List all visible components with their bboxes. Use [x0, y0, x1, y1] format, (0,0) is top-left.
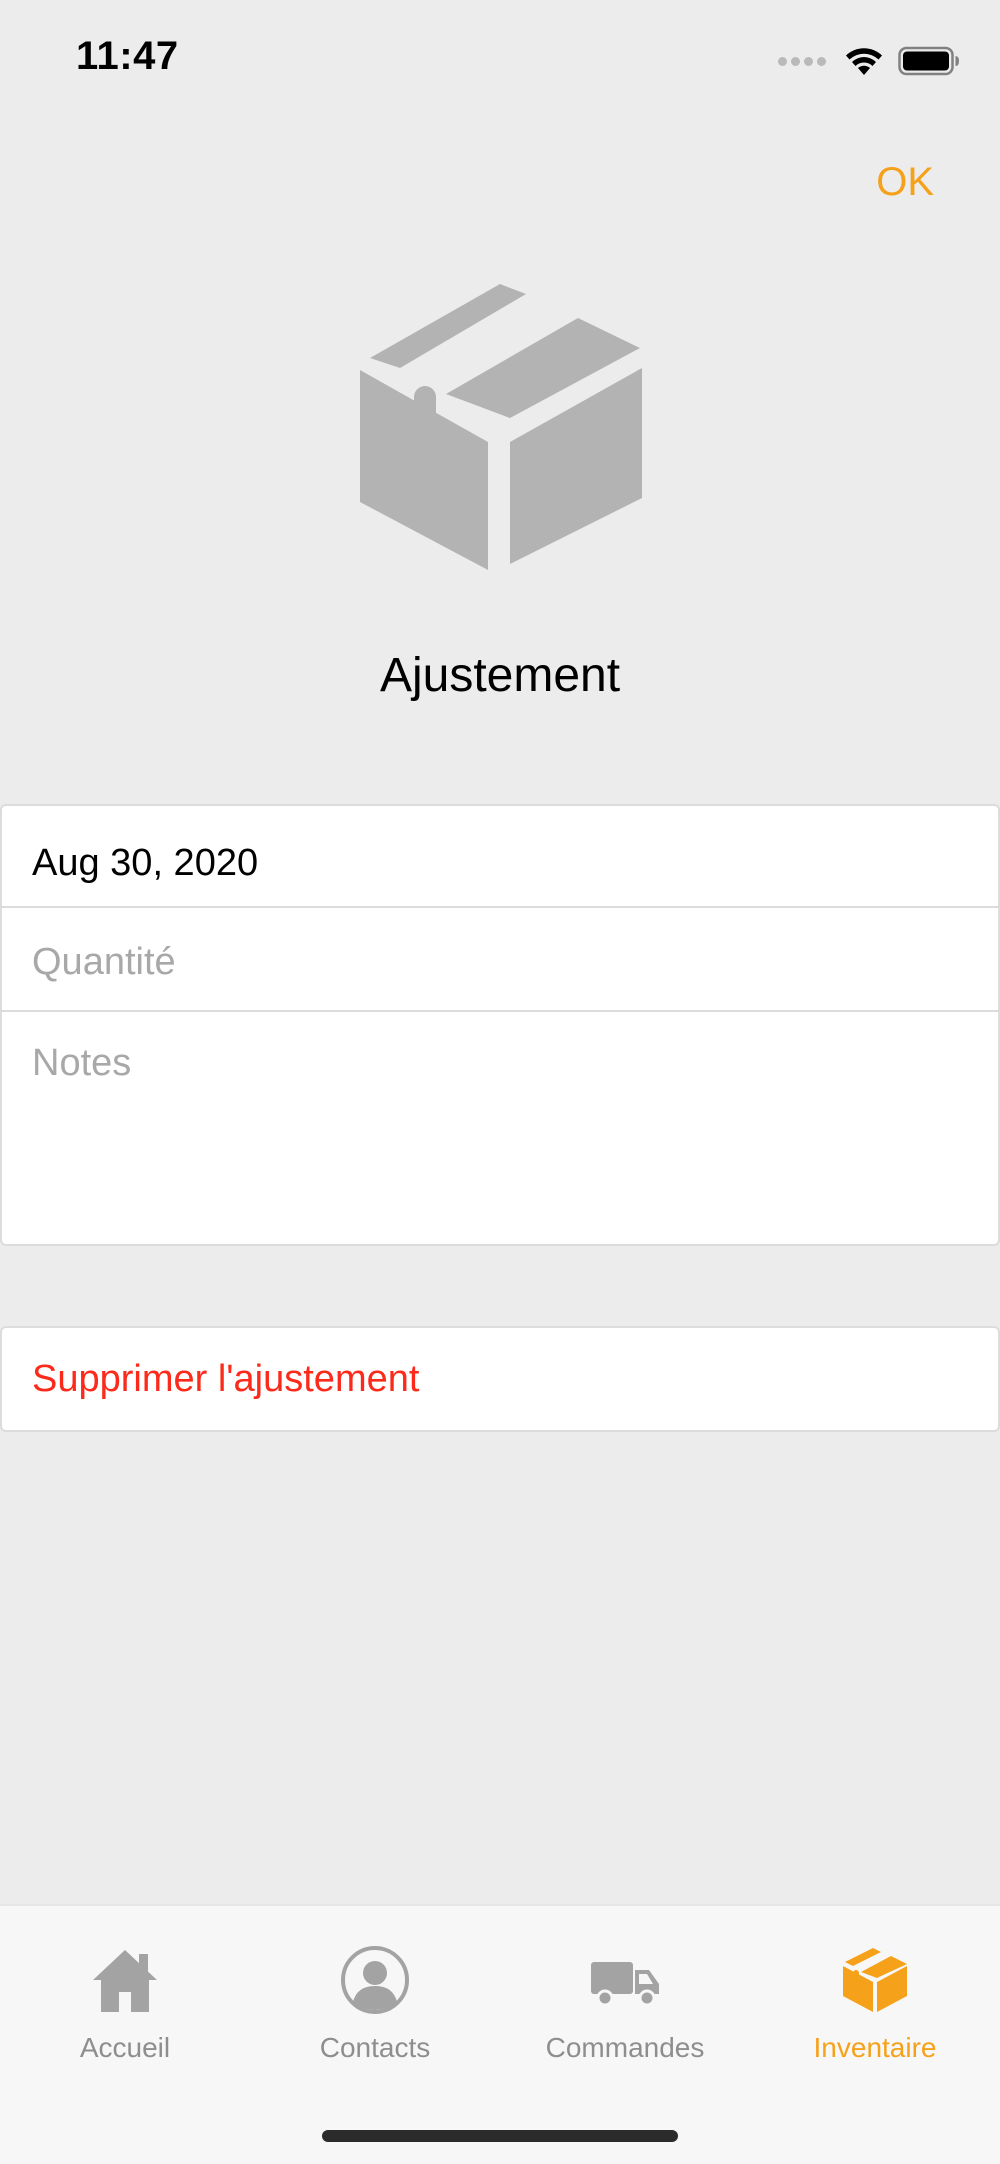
truck-icon	[591, 1962, 659, 2007]
tab-label: Accueil	[79, 2032, 171, 2063]
quantity-row	[2, 908, 998, 1012]
tab-label: Contacts	[319, 2032, 431, 2063]
tab-inventaire[interactable]: Inventaire	[750, 1946, 1000, 2076]
delete-adjustment-button[interactable]: Supprimer l'ajustement	[32, 1358, 419, 1401]
notes-field[interactable]	[32, 1042, 962, 1222]
tab-bar: Accueil Contacts Commandes Inventaire	[0, 1904, 1000, 2164]
tab-accueil[interactable]: Accueil	[0, 1946, 250, 2076]
status-bar: 11:47	[0, 0, 1000, 120]
tab-commandes[interactable]: Commandes	[500, 1946, 750, 2076]
status-time: 11:47	[76, 34, 179, 78]
box-icon	[843, 1948, 907, 2012]
box-icon	[360, 284, 642, 570]
date-row[interactable]: Aug 30, 2020	[2, 806, 998, 908]
ok-button[interactable]: OK	[876, 160, 934, 205]
quantity-field[interactable]	[32, 934, 952, 990]
person-icon	[341, 1946, 409, 2014]
adjustment-form: Aug 30, 2020	[0, 804, 1000, 1246]
status-icons	[778, 44, 960, 78]
page-title: Ajustement	[379, 649, 621, 702]
tab-label: Commandes	[545, 2032, 705, 2063]
home-indicator[interactable]	[322, 2130, 678, 2142]
date-value: Aug 30, 2020	[32, 842, 259, 884]
cellular-signal-icon	[778, 56, 826, 66]
battery-icon	[898, 46, 959, 76]
tab-label: Inventaire	[813, 2032, 937, 2063]
tab-contacts[interactable]: Contacts	[250, 1946, 500, 2076]
screen: 11:47 OK Ajustement Aug 30, 2020 Quantit…	[0, 0, 1000, 2164]
house-icon	[93, 1950, 157, 2012]
delete-section: Supprimer l'ajustement	[0, 1326, 1000, 1432]
notes-row	[2, 1012, 998, 1244]
wifi-icon	[846, 48, 882, 75]
